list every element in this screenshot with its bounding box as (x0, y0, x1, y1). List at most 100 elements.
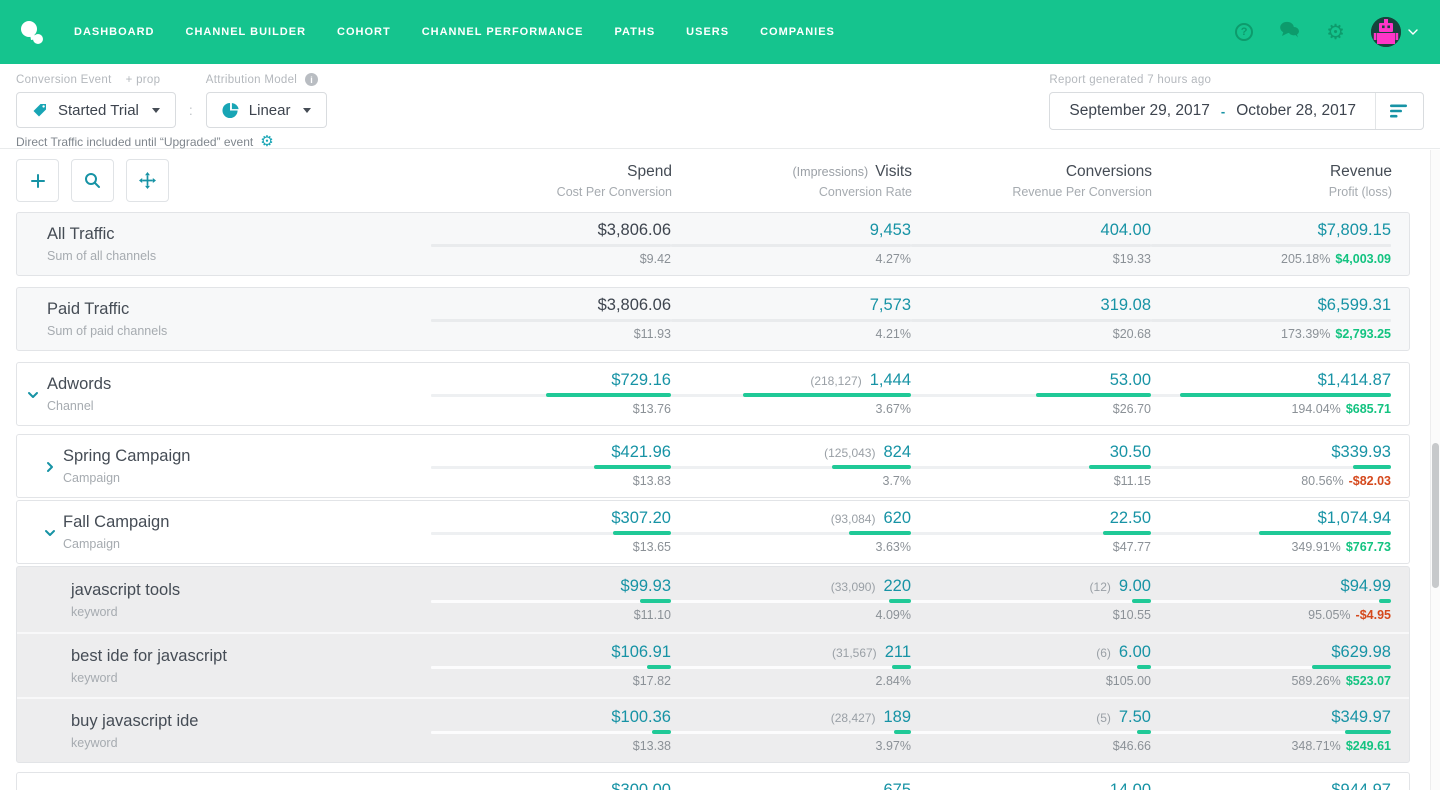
cell-value: 620 (883, 509, 911, 528)
table-row[interactable]: Spring Campaign Campaign $421.96 $13.83 … (16, 434, 1410, 498)
column-header-spend[interactable]: Spend Cost Per Conversion (432, 159, 672, 199)
cell-value: $944.97 (1331, 781, 1391, 790)
add-channel-button[interactable] (16, 159, 59, 202)
account-menu[interactable] (1371, 17, 1418, 47)
cell-bar-fill (1379, 599, 1391, 603)
table-row[interactable]: Adwords Channel $729.16 $13.76 (218,127)… (16, 362, 1410, 426)
column-title: Conversions (1066, 163, 1152, 180)
cell-sub-line: 4.09% (671, 608, 911, 623)
row-title: buy javascript ide (71, 712, 431, 731)
cell-pre-value: (5) (1096, 711, 1111, 725)
cell-bar-track (1151, 666, 1391, 669)
row-title: best ide for javascript (71, 647, 431, 666)
app-logo[interactable] (16, 16, 48, 48)
metric-cell-spend: $99.93 $11.10 (431, 577, 671, 623)
table-row[interactable]: buy javascript ide keyword $100.36 $13.3… (17, 697, 1409, 762)
help-icon[interactable]: ? (1235, 23, 1253, 41)
table-row[interactable]: best ide for javascript keyword $106.91 … (17, 632, 1409, 697)
column-header-conversions[interactable]: Conversions Revenue Per Conversion (912, 159, 1152, 199)
cell-bar-track (671, 600, 911, 603)
cell-sub-line: 3.97% (671, 739, 911, 754)
cell-sub-line: $20.68 (911, 327, 1151, 342)
metric-cell-spend: $729.16 $13.76 (431, 371, 671, 417)
nav-item-paths[interactable]: PATHS (615, 26, 656, 38)
cell-value-line: 30.50 (911, 443, 1151, 462)
tag-icon (32, 102, 48, 118)
row-expand-toggle[interactable] (44, 460, 56, 472)
add-prop-link[interactable]: + prop (126, 74, 161, 86)
date-dash: - (1221, 104, 1225, 119)
table-row[interactable]: Fall Campaign Campaign $307.20 $13.65 (9… (16, 500, 1410, 564)
cell-sub-line: $13.38 (431, 739, 671, 754)
conversion-event-label: Conversion Event + prop (16, 73, 176, 86)
column-header-visits[interactable]: (Impressions)Visits Conversion Rate (672, 159, 912, 199)
attribution-model-select[interactable]: Linear (206, 92, 328, 128)
note-settings-gear-icon[interactable]: ⚙ (260, 134, 273, 149)
cell-value: 7,573 (870, 296, 911, 315)
cell-value: 53.00 (1110, 371, 1151, 390)
cell-sub-line: 3.63% (671, 540, 911, 555)
row-subtitle: Sum of all channels (47, 249, 431, 263)
metric-cell-visits: 7,573 4.21% (671, 296, 911, 342)
nav-item-channel-performance[interactable]: CHANNEL PERFORMANCE (422, 26, 584, 38)
cell-sub-value: $26.70 (1113, 402, 1151, 417)
table-row[interactable]: All Traffic Sum of all channels $3,806.0… (16, 212, 1410, 276)
nav-item-channel-builder[interactable]: CHANNEL BUILDER (186, 26, 307, 38)
table-row[interactable]: javascript tools keyword $99.93 $11.10 (… (17, 567, 1409, 632)
move-reorder-button[interactable] (126, 159, 169, 202)
filter-bar: Conversion Event + prop Started Trial : … (0, 64, 1440, 149)
cell-bar-fill (613, 531, 671, 535)
row-expand-toggle[interactable] (27, 388, 39, 400)
metric-cell-visits: (125,043) 824 3.7% (671, 443, 911, 489)
attribution-model-group: Attribution Model i Linear (206, 73, 328, 128)
cell-bar-track (911, 319, 1151, 322)
nav-items: DASHBOARD CHANNEL BUILDER COHORT CHANNEL… (74, 26, 835, 38)
cell-value-line: $7,809.15 (1151, 221, 1391, 240)
nav-item-dashboard[interactable]: DASHBOARD (74, 26, 155, 38)
cell-value: $3,806.06 (598, 221, 671, 240)
cell-bar-track (431, 731, 671, 734)
cell-value-line: (125,043) 824 (671, 443, 911, 462)
row-subtitle: Campaign (63, 537, 431, 551)
nav-item-users[interactable]: USERS (686, 26, 729, 38)
column-title: Visits (875, 163, 912, 180)
metric-cell-conversions: 14.00 (911, 781, 1151, 790)
cell-value-line: 675 (671, 781, 911, 790)
cell-value-line: 22.50 (911, 509, 1151, 528)
cell-sub-value: 348.71% (1291, 739, 1340, 754)
table-row[interactable]: Video $300.00 675 14.00 (16, 772, 1410, 790)
cell-sub-line: 205.18% $4,003.09 (1151, 252, 1391, 267)
cell-value: 9.00 (1119, 577, 1151, 596)
nav-item-cohort[interactable]: COHORT (337, 26, 391, 38)
cell-sub-value: $10.55 (1113, 608, 1151, 623)
metric-cell-spend: $421.96 $13.83 (431, 443, 671, 489)
nav-item-companies[interactable]: COMPANIES (760, 26, 835, 38)
conversion-event-select[interactable]: Started Trial (16, 92, 176, 128)
cell-value: $106.91 (611, 643, 671, 662)
info-icon[interactable]: i (305, 73, 318, 86)
cell-value-line: 404.00 (911, 221, 1151, 240)
cell-sub-value: 194.04% (1291, 402, 1340, 417)
metric-cell-spend: $106.91 $17.82 (431, 643, 671, 689)
cell-sub-line: 348.71% $249.61 (1151, 739, 1391, 754)
gear-icon[interactable]: ⚙ (1326, 22, 1345, 43)
cell-value: 30.50 (1110, 443, 1151, 462)
cell-bar-fill (743, 393, 911, 397)
cell-bar-track (1151, 319, 1391, 322)
row-subtitle: keyword (71, 605, 431, 619)
avatar[interactable] (1371, 17, 1401, 47)
column-header-revenue[interactable]: Revenue Profit (loss) (1152, 159, 1392, 199)
search-button[interactable] (71, 159, 114, 202)
row-cells: $3,806.06 $9.42 9,453 4.27% 404.00 (431, 221, 1391, 267)
chat-icon[interactable] (1279, 21, 1300, 43)
metric-cell-revenue: $629.98 589.26% $523.07 (1151, 643, 1391, 689)
search-icon (84, 172, 101, 189)
row-title: All Traffic (47, 225, 431, 244)
table-row[interactable]: Paid Traffic Sum of paid channels $3,806… (16, 287, 1410, 351)
cell-value-line: $1,074.94 (1151, 509, 1391, 528)
row-expand-toggle[interactable] (44, 526, 56, 538)
cell-bar-track (431, 244, 671, 247)
scrollbar-thumb[interactable] (1432, 443, 1439, 588)
date-range-picker[interactable]: September 29, 2017 - October 28, 2017 (1049, 92, 1424, 130)
date-filter-button[interactable] (1376, 104, 1423, 118)
